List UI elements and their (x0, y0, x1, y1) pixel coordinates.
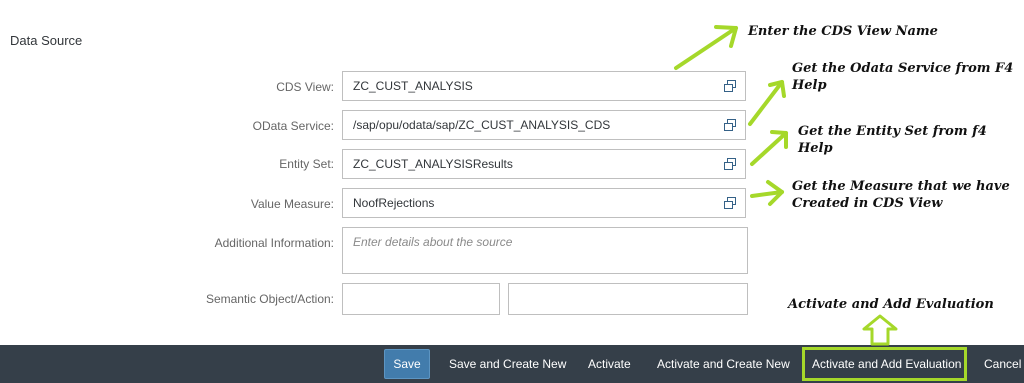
annotation-odata-line2: Help (792, 78, 827, 93)
arrow-icon (750, 180, 784, 206)
annotation-entity-line1: Get the Entity Set from f4 (798, 124, 987, 139)
arrow-icon (750, 130, 788, 166)
arrow-icon (674, 25, 738, 70)
arrow-up-icon (862, 314, 898, 346)
annotation-cds: Enter the CDS View Name (748, 24, 938, 39)
annotation-measure-line2: Created in CDS View (792, 196, 943, 211)
arrow-icon (748, 80, 786, 126)
annotation-activate: Activate and Add Evaluation (788, 297, 994, 312)
annotation-entity-line2: Help (798, 141, 833, 156)
annotation-measure-line1: Get the Measure that we have (792, 179, 1010, 194)
annotation-odata-line1: Get the Odata Service from F4 (792, 61, 1014, 76)
